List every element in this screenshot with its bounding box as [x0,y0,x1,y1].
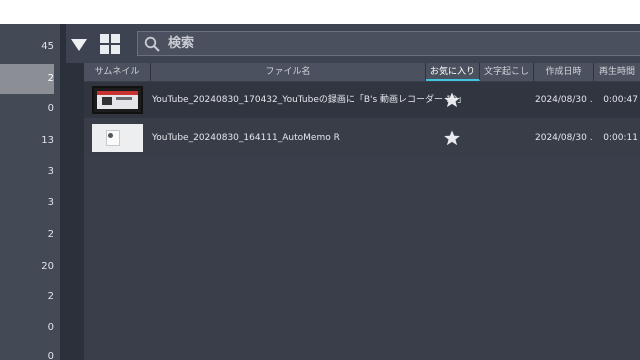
created-date: 2024/08/30 ... [535,95,593,105]
column-header-created[interactable]: 作成日時 [534,63,594,81]
video-thumbnail [92,86,143,114]
duration: 0:00:47 [603,95,638,105]
file-list-header: サムネイル ファイル名 お気に入り 文字起こし 作成日時 再生時間 [84,63,640,81]
file-name: YouTube_20240830_170432_YouTubeの録画に「B's … [152,95,467,105]
category-count-column: 45 2 0 13 3 3 2 20 2 0 0 [0,24,60,360]
created-date: 2024/08/30 ... [535,133,593,143]
category-count[interactable]: 3 [0,188,54,218]
favorite-star-icon[interactable] [443,129,461,147]
file-name: YouTube_20240830_164111_AutoMemo R [152,133,340,143]
grid-view-icon[interactable] [100,34,120,54]
category-count[interactable]: 0 [0,313,54,343]
favorite-star-icon[interactable] [443,91,461,109]
category-count[interactable]: 20 [0,252,54,282]
column-header-transcript[interactable]: 文字起こし [480,63,534,81]
search-input[interactable] [168,32,608,55]
category-count[interactable]: 0 [0,94,54,124]
category-count[interactable]: 45 [0,32,54,62]
window-titlebar [0,0,640,24]
column-header-favorite[interactable]: お気に入り [426,63,480,81]
category-count[interactable]: 0 [0,342,54,360]
column-header-filename[interactable]: ファイル名 [151,63,426,81]
file-row[interactable]: YouTube_20240830_170432_YouTubeの録画に「B's … [84,82,640,118]
column-header-duration[interactable]: 再生時間 [594,63,640,81]
filter-triangle-icon[interactable] [70,37,88,51]
video-thumbnail [92,124,143,152]
search-icon [144,36,160,52]
search-box[interactable] [137,31,640,56]
category-count[interactable]: 13 [0,126,54,156]
list-side-strip [66,63,84,360]
category-count[interactable]: 2 [0,220,54,250]
category-count[interactable]: 2 [0,282,54,312]
file-row[interactable]: YouTube_20240830_164111_AutoMemo R 2024/… [84,120,640,156]
column-header-thumbnail[interactable]: サムネイル [84,63,151,81]
category-count[interactable]: 3 [0,157,54,187]
category-count-selected[interactable]: 2 [0,64,54,94]
duration: 0:00:11 [603,133,638,143]
